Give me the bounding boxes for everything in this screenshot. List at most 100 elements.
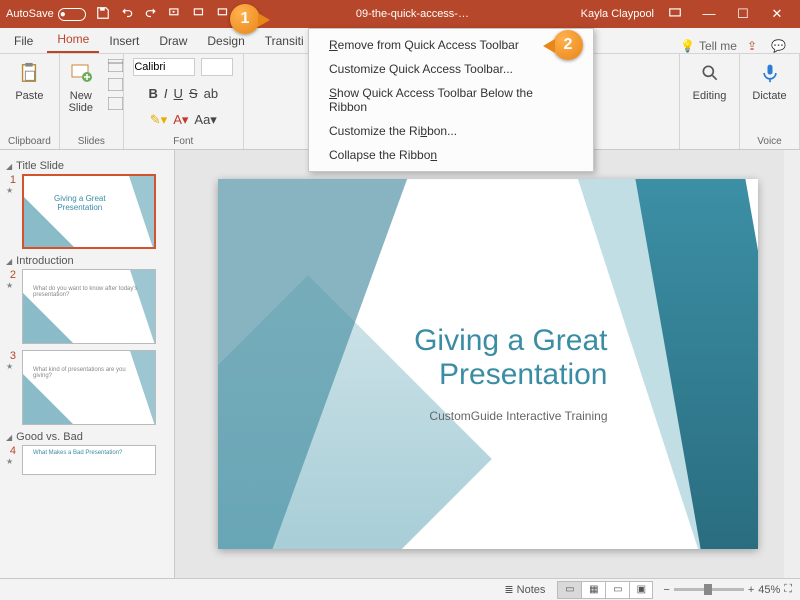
change-case-button[interactable]: Aa▾	[194, 112, 216, 128]
tell-me-label: Tell me	[699, 39, 737, 53]
font-size-input[interactable]	[201, 58, 233, 76]
highlight-icon[interactable]: ✎▾	[150, 112, 167, 128]
tell-me-search[interactable]: 💡 Tell me	[680, 39, 737, 53]
comments-icon[interactable]: 💬	[771, 39, 786, 53]
close-button[interactable]: ✕	[760, 6, 794, 22]
thumbnail-2[interactable]: What do you want to know after today'spr…	[22, 269, 156, 344]
menu-show-qat-below[interactable]: Show Quick Access Toolbar Below the Ribb…	[309, 81, 593, 119]
autosave-label: AutoSave	[6, 8, 54, 20]
clipboard-group: Paste Clipboard	[0, 54, 60, 149]
animation-star-icon: ★	[6, 281, 16, 290]
tab-insert[interactable]: Insert	[99, 30, 149, 53]
new-slide-label: New Slide	[69, 90, 93, 114]
strike-button[interactable]: S	[189, 86, 198, 101]
voice-label: Voice	[757, 134, 781, 147]
font-group: B I U S ab ✎▾ A▾ Aa▾ Font	[124, 54, 244, 149]
slides-label: Slides	[78, 134, 105, 147]
minimize-button[interactable]: —	[692, 6, 726, 22]
thumbnail-1[interactable]: Giving a Great Presentation	[22, 174, 156, 249]
autosave-toggle[interactable]: AutoSave	[6, 8, 86, 21]
thumbnail-4[interactable]: What Makes a Bad Presentation?	[22, 445, 156, 475]
section-good-vs-bad[interactable]: Good vs. Bad	[6, 431, 168, 443]
content-area: Title Slide 1★ Giving a Great Presentati…	[0, 150, 800, 578]
animation-star-icon: ★	[6, 457, 16, 466]
animation-star-icon: ★	[6, 362, 16, 371]
slide-subtitle[interactable]: CustomGuide Interactive Training	[429, 409, 607, 423]
fit-to-window-icon[interactable]: ⛶	[784, 583, 792, 596]
find-icon	[696, 58, 724, 88]
zoom-slider[interactable]	[674, 588, 744, 591]
thumb-1-title: Giving a Great Presentation	[54, 194, 106, 212]
tab-home[interactable]: Home	[47, 28, 99, 53]
document-title: 09-the-quick-access-…	[244, 8, 580, 20]
qat-button-icon-2[interactable]	[216, 6, 230, 23]
section-title-slide[interactable]: Title Slide	[6, 160, 168, 172]
qat-button-icon[interactable]	[192, 6, 206, 23]
tab-transitions[interactable]: Transiti	[255, 30, 314, 53]
save-icon[interactable]	[96, 6, 110, 23]
microphone-icon	[756, 58, 784, 88]
editing-group: Editing	[680, 54, 740, 149]
zoom-percent[interactable]: 45%	[758, 584, 780, 596]
new-slide-button[interactable]: New Slide	[60, 58, 102, 114]
start-from-beginning-icon[interactable]	[168, 6, 182, 23]
slide-thumbnail-panel[interactable]: Title Slide 1★ Giving a Great Presentati…	[0, 150, 175, 578]
redo-icon[interactable]	[144, 6, 158, 23]
section-icon[interactable]	[108, 97, 123, 113]
slideshow-view-icon[interactable]: ▣	[629, 581, 653, 599]
sorter-view-icon[interactable]: ▦	[581, 581, 605, 599]
voice-group: Dictate Voice	[740, 54, 800, 149]
underline-button[interactable]: U	[174, 86, 183, 101]
editing-label: Editing	[693, 90, 727, 102]
editing-button[interactable]: Editing	[689, 58, 731, 102]
italic-button[interactable]: I	[164, 86, 168, 101]
view-buttons: ▭ ▦ ▭ ▣	[557, 581, 653, 599]
section-introduction[interactable]: Introduction	[6, 255, 168, 267]
title-bar: AutoSave ▾ 09-the-quick-access-… Kayla C…	[0, 0, 800, 28]
paste-label: Paste	[15, 90, 43, 102]
vertical-scrollbar[interactable]	[784, 150, 800, 578]
window-controls: — ☐ ✕	[692, 6, 794, 22]
new-slide-icon	[67, 58, 95, 88]
font-color-icon[interactable]: A▾	[173, 112, 188, 128]
reading-view-icon[interactable]: ▭	[605, 581, 629, 599]
zoom-in-button[interactable]: +	[748, 584, 754, 596]
maximize-button[interactable]: ☐	[726, 6, 760, 22]
callout-badge-2: 2	[553, 30, 583, 60]
dictate-label: Dictate	[752, 90, 786, 102]
clipboard-label: Clipboard	[8, 134, 51, 147]
current-slide[interactable]: Giving a Great Presentation CustomGuide …	[218, 179, 758, 549]
thumbnail-3[interactable]: What kind of presentations are yougiving…	[22, 350, 156, 425]
slide-title[interactable]: Giving a Great Presentation	[414, 324, 607, 392]
notes-button[interactable]: ≣ Notes	[504, 583, 545, 596]
reset-icon[interactable]	[108, 78, 123, 94]
font-label: Font	[173, 134, 193, 147]
user-name[interactable]: Kayla Claypool	[581, 8, 654, 20]
tab-draw[interactable]: Draw	[149, 30, 197, 53]
lightbulb-icon: 💡	[680, 39, 695, 53]
tab-file[interactable]: File	[4, 30, 43, 53]
share-icon[interactable]: ⇪	[747, 39, 757, 53]
undo-icon[interactable]	[120, 6, 134, 23]
ribbon-display-icon[interactable]	[668, 6, 682, 23]
quick-access-toolbar: ▾	[96, 6, 245, 23]
callout-badge-1: 1	[230, 4, 260, 34]
slides-group: New Slide Slides	[60, 54, 124, 149]
clipboard-icon	[15, 58, 43, 88]
menu-collapse-ribbon[interactable]: Collapse the Ribbon	[309, 143, 593, 167]
normal-view-icon[interactable]: ▭	[557, 581, 581, 599]
paste-button[interactable]: Paste	[8, 58, 50, 102]
dictate-button[interactable]: Dictate	[749, 58, 791, 102]
menu-customize-qat[interactable]: Customize Quick Access Toolbar...	[309, 57, 593, 81]
status-bar: ≣ Notes ▭ ▦ ▭ ▣ − + 45% ⛶	[0, 578, 800, 600]
font-name-input[interactable]	[133, 58, 195, 76]
shadow-button[interactable]: ab	[204, 86, 218, 101]
menu-customize-ribbon[interactable]: Customize the Ribbon...	[309, 119, 593, 143]
zoom-out-button[interactable]: −	[663, 584, 669, 596]
layout-icon[interactable]	[108, 59, 123, 75]
toggle-off-icon[interactable]	[58, 8, 86, 21]
zoom-control[interactable]: − + 45% ⛶	[663, 583, 792, 596]
animation-star-icon: ★	[6, 186, 16, 195]
bold-button[interactable]: B	[149, 86, 158, 101]
slide-stage: Giving a Great Presentation CustomGuide …	[175, 150, 800, 578]
